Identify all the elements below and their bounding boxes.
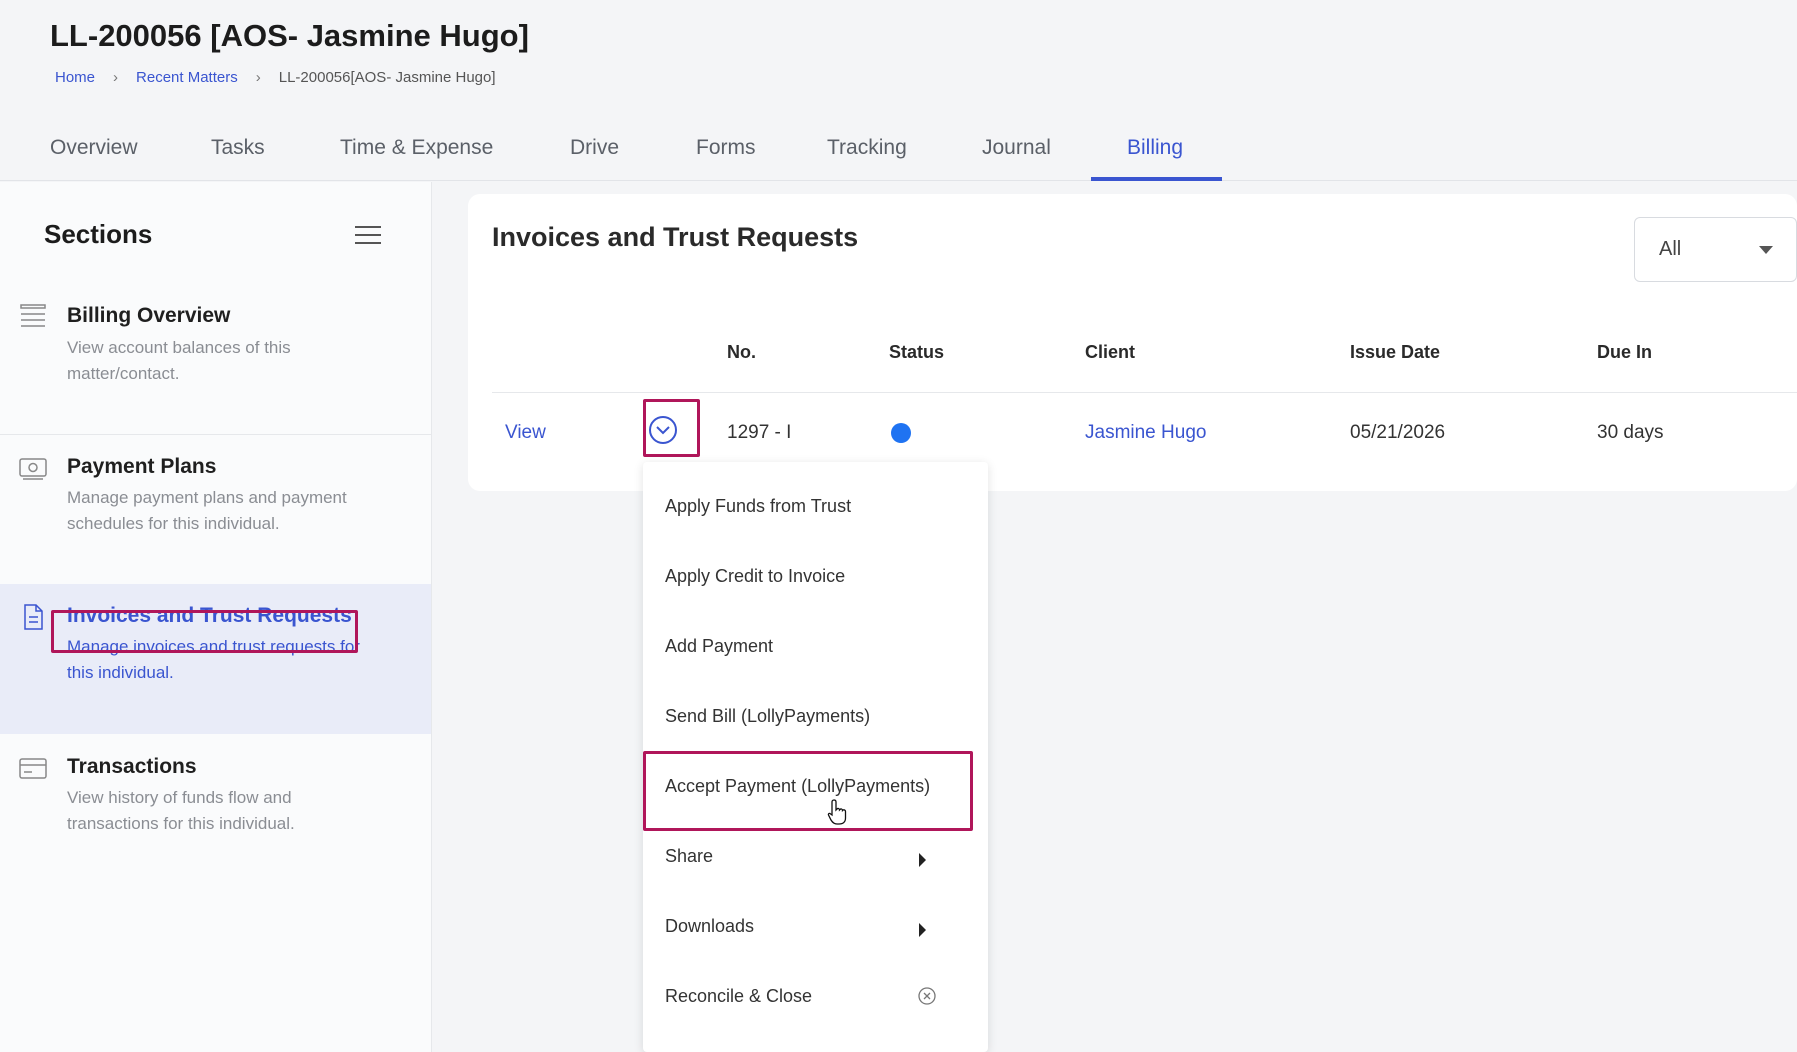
tab-forms[interactable]: Forms — [696, 136, 756, 160]
section-title: Transactions — [67, 755, 197, 778]
chevron-right-icon: › — [113, 69, 119, 86]
page-title: LL-200056 [AOS- Jasmine Hugo] — [50, 18, 529, 53]
menu-item-add-payment[interactable]: Add Payment — [665, 636, 773, 657]
section-description-line: this individual. — [67, 663, 174, 682]
menu-item-apply-funds-from-trust[interactable]: Apply Funds from Trust — [665, 496, 851, 517]
tab-tasks[interactable]: Tasks — [211, 136, 265, 160]
active-tab-indicator — [1091, 177, 1222, 181]
menu-item-send-bill[interactable]: Send Bill (LollyPayments) — [665, 706, 870, 727]
menu-icon[interactable] — [355, 226, 381, 246]
chevron-right-icon: › — [255, 69, 261, 86]
section-description-line: View account balances of this — [67, 338, 291, 357]
tab-billing[interactable]: Billing — [1127, 136, 1183, 160]
section-description-line: transactions for this individual. — [67, 814, 295, 833]
section-description-line: schedules for this individual. — [67, 514, 280, 533]
list-icon — [20, 304, 46, 327]
caret-down-icon — [1759, 246, 1773, 254]
column-header-client: Client — [1085, 342, 1136, 362]
header-divider — [492, 392, 1797, 393]
column-header-status: Status — [889, 342, 945, 362]
section-description-line: Manage payment plans and payment — [67, 488, 347, 507]
close-circle-icon — [918, 987, 936, 1005]
breadcrumb-recent-matters[interactable]: Recent Matters — [136, 69, 238, 86]
breadcrumb-current: LL-200056[AOS- Jasmine Hugo] — [278, 69, 496, 86]
section-invoices-trust-requests[interactable]: Invoices and Trust Requests Manage invoi… — [0, 584, 431, 734]
section-title: Billing Overview — [67, 304, 231, 327]
sections-title: Sections — [44, 219, 153, 249]
highlight-box — [643, 751, 973, 831]
tab-drive[interactable]: Drive — [570, 136, 619, 160]
view-link[interactable]: View — [505, 422, 546, 444]
tab-overview[interactable]: Overview — [50, 136, 138, 160]
due-in: 30 days — [1597, 422, 1664, 443]
document-icon — [24, 604, 43, 630]
card-title: Invoices and Trust Requests — [492, 222, 859, 252]
money-icon — [19, 458, 47, 480]
tab-journal[interactable]: Journal — [982, 136, 1051, 160]
breadcrumb-home[interactable]: Home — [55, 69, 95, 86]
invoice-number: 1297 - I — [727, 422, 792, 443]
submenu-arrow-icon — [919, 853, 926, 867]
highlight-box — [51, 610, 358, 653]
filter-value: All — [1659, 238, 1682, 260]
sections-sidebar: Sections Billing Overview View account b… — [0, 182, 432, 1052]
section-description: View history of funds flow and transacti… — [67, 785, 407, 837]
menu-item-reconcile-close[interactable]: Reconcile & Close — [665, 986, 812, 1007]
issue-date: 05/21/2026 — [1350, 422, 1446, 443]
tab-tracking[interactable]: Tracking — [827, 136, 907, 160]
column-header-no: No. — [727, 342, 756, 362]
tab-time-expense[interactable]: Time & Expense — [340, 136, 493, 160]
section-description: View account balances of this matter/con… — [67, 335, 407, 387]
column-header-due-in: Due In — [1597, 342, 1653, 362]
breadcrumb: Home › Recent Matters › LL-200056[AOS- J… — [55, 69, 496, 86]
section-description-line: View history of funds flow and — [67, 788, 292, 807]
menu-item-apply-credit-to-invoice[interactable]: Apply Credit to Invoice — [665, 566, 845, 587]
section-title: Payment Plans — [67, 455, 217, 478]
highlight-box — [643, 399, 700, 457]
menu-item-downloads[interactable]: Downloads — [665, 916, 754, 937]
section-description: Manage payment plans and payment schedul… — [67, 485, 407, 537]
card-icon — [19, 758, 47, 779]
column-header-issue-date: Issue Date — [1350, 342, 1441, 362]
status-dot-icon — [891, 423, 911, 443]
section-payment-plans[interactable]: Payment Plans Manage payment plans and p… — [0, 435, 431, 583]
status-filter-select[interactable]: All — [1634, 217, 1797, 282]
section-description-line: matter/contact. — [67, 364, 180, 383]
client-link[interactable]: Jasmine Hugo — [1085, 422, 1206, 444]
tab-bar: Overview Tasks Time & Expense Drive Form… — [0, 124, 1797, 181]
section-billing-overview[interactable]: Billing Overview View account balances o… — [0, 274, 431, 398]
section-transactions[interactable]: Transactions View history of funds flow … — [0, 735, 431, 885]
hand-cursor-icon — [827, 799, 847, 825]
page-header: LL-200056 [AOS- Jasmine Hugo] Home › Rec… — [0, 0, 1797, 181]
submenu-arrow-icon — [919, 923, 926, 937]
menu-item-share[interactable]: Share — [665, 846, 713, 867]
